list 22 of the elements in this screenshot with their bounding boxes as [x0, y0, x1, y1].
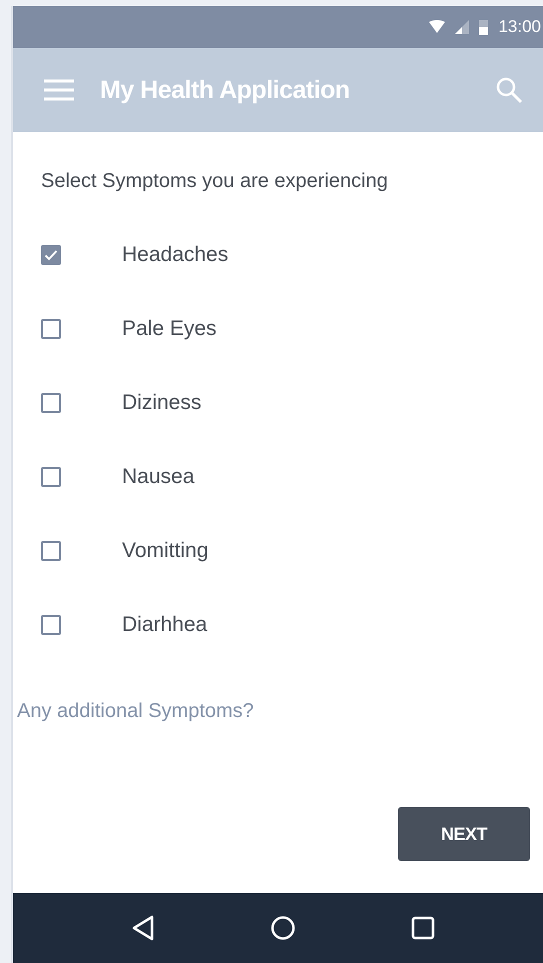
- checkbox[interactable]: [41, 541, 61, 561]
- instruction-text: Select Symptoms you are experiencing: [41, 170, 389, 193]
- checkbox[interactable]: [41, 615, 61, 635]
- battery-icon: [479, 19, 488, 35]
- next-button[interactable]: NEXT: [398, 807, 530, 861]
- checkbox[interactable]: [41, 245, 61, 265]
- home-icon[interactable]: [270, 915, 296, 941]
- symptom-label: Pale Eyes: [122, 317, 217, 341]
- signal-icon: [455, 20, 470, 34]
- symptom-label: Nausea: [122, 465, 194, 489]
- back-icon[interactable]: [130, 915, 155, 941]
- recents-icon[interactable]: [411, 916, 436, 940]
- symptom-label: Diarhhea: [122, 613, 208, 637]
- wifi-icon: [429, 20, 446, 34]
- checkbox[interactable]: [41, 319, 61, 339]
- checkbox[interactable]: [41, 467, 61, 487]
- clock-time: 13:00: [498, 17, 541, 37]
- checkbox[interactable]: [41, 393, 61, 413]
- symptom-label: Diziness: [122, 391, 202, 415]
- app-title: My Health Application: [100, 76, 351, 104]
- symptom-label: Headaches: [122, 243, 228, 267]
- symptom-label: Vomitting: [122, 539, 208, 563]
